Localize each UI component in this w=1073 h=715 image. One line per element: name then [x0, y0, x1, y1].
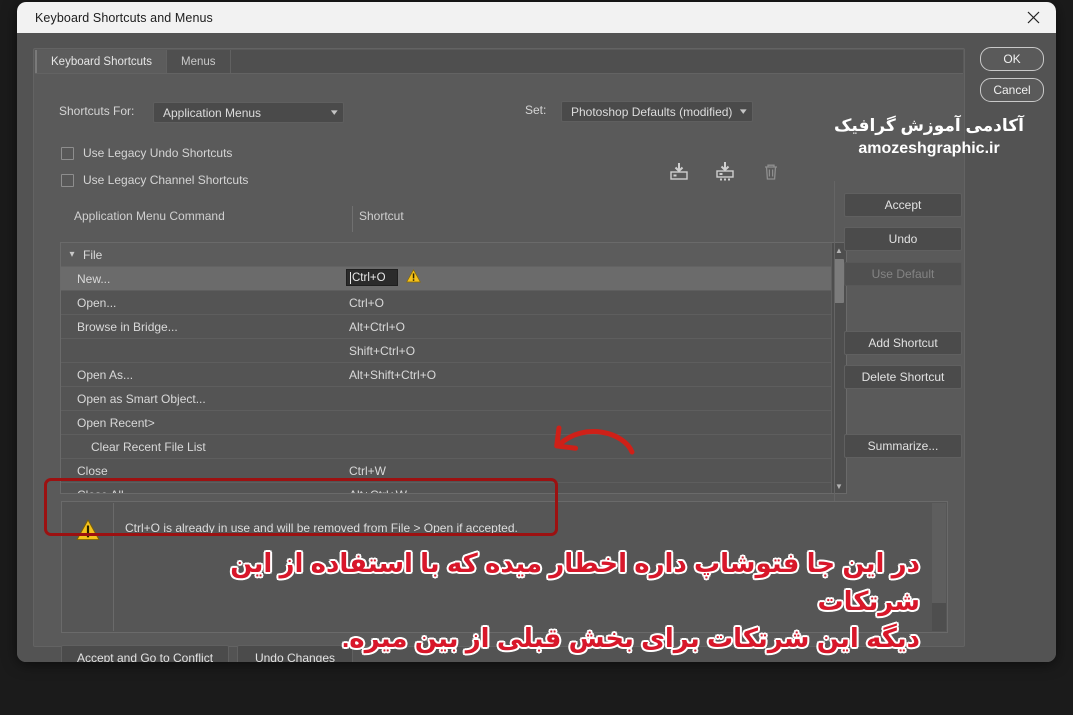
legacy-undo-checkbox[interactable]: Use Legacy Undo Shortcuts: [61, 146, 232, 160]
keyboard-shortcuts-dialog: Keyboard Shortcuts and Menus Keyboard Sh…: [17, 2, 1056, 662]
row-command: Close All: [61, 488, 311, 494]
set-label: Set:: [525, 103, 547, 117]
table-row[interactable]: Open As... Alt+Shift+Ctrl+O: [61, 363, 846, 387]
chevron-down-icon: ▾: [740, 106, 748, 116]
shortcut-list[interactable]: ▾ File New... Ctrl+O Open... Ctrl+O Brow…: [60, 242, 847, 494]
shortcuts-for-select[interactable]: Application Menus ▾: [153, 102, 344, 123]
title-bar: Keyboard Shortcuts and Menus: [17, 2, 1056, 33]
shortcuts-for-value: Application Menus: [163, 105, 262, 120]
row-command: Open As...: [77, 367, 134, 382]
window-title: Keyboard Shortcuts and Menus: [35, 10, 213, 25]
undo-changes-button[interactable]: Undo Changes: [237, 645, 353, 662]
row-shortcut: Alt+Ctrl+W: [349, 488, 407, 494]
row-shortcut: Shift+Ctrl+O: [349, 343, 416, 358]
shortcut-input-value: Ctrl+O: [352, 271, 386, 284]
checkbox-box: [61, 146, 74, 160]
panel-divider: [834, 181, 835, 536]
table-row[interactable]: Browse in Bridge... Alt+Ctrl+O: [61, 315, 846, 339]
warning-icon: [76, 519, 100, 546]
checkbox-box: [61, 173, 74, 187]
row-command: Open as Smart Object...: [77, 391, 206, 406]
close-icon[interactable]: [1010, 2, 1056, 33]
accept-button[interactable]: Accept: [844, 193, 962, 217]
column-header-shortcut: Shortcut: [359, 209, 404, 223]
ok-button[interactable]: OK: [980, 47, 1044, 71]
warning-icon: [406, 269, 421, 286]
legacy-channel-checkbox[interactable]: Use Legacy Channel Shortcuts: [61, 173, 248, 187]
table-row[interactable]: Open as Smart Object...: [61, 387, 846, 411]
accept-and-go-to-conflict-button[interactable]: Accept and Go to Conflict: [61, 645, 229, 662]
tab-keyboard-shortcuts-label: Keyboard Shortcuts: [51, 55, 153, 68]
row-command: Clear Recent File List: [91, 439, 206, 454]
column-separator: [352, 206, 353, 232]
row-command: Open Recent>: [77, 415, 155, 430]
conflict-info-pane: Ctrl+O is already in use and will be rem…: [61, 501, 948, 633]
tab-menus[interactable]: Menus: [167, 50, 231, 73]
warning-glyph: [76, 519, 100, 541]
delete-set-icon[interactable]: [756, 159, 786, 185]
table-row[interactable]: Close Ctrl+W: [61, 459, 846, 483]
trash-glyph: [765, 164, 777, 180]
table-row[interactable]: Close All Alt+Ctrl+W: [61, 483, 846, 494]
set-value: Photoshop Defaults (modified): [571, 104, 733, 119]
cancel-button[interactable]: Cancel: [980, 78, 1044, 102]
scrollbar-thumb[interactable]: [834, 259, 844, 303]
scrollbar-thumb[interactable]: [932, 503, 946, 603]
row-shortcut: Alt+Shift+Ctrl+O: [349, 367, 437, 382]
table-row[interactable]: Open... Ctrl+O: [61, 291, 846, 315]
list-group-file[interactable]: ▾ File: [61, 243, 846, 267]
shortcuts-panel: Keyboard Shortcuts Menus Shortcuts For: …: [33, 48, 965, 662]
legacy-channel-label: Use Legacy Channel Shortcuts: [83, 173, 249, 187]
close-glyph: [1027, 11, 1039, 24]
list-group-label: File: [83, 247, 103, 262]
table-row[interactable]: New... Ctrl+O: [61, 267, 846, 291]
table-row[interactable]: Clear Recent File List: [61, 435, 846, 459]
row-command: Close: [77, 463, 108, 478]
legacy-undo-label: Use Legacy Undo Shortcuts: [83, 146, 233, 160]
text-caret: [350, 272, 351, 284]
tab-strip: Keyboard Shortcuts Menus: [35, 50, 963, 74]
row-command: New...: [77, 271, 111, 286]
table-row[interactable]: Shift+Ctrl+O: [61, 339, 846, 363]
table-row[interactable]: Open Recent>: [61, 411, 846, 435]
save-set-icon[interactable]: [664, 159, 694, 185]
chevron-down-icon: ▾: [331, 107, 339, 117]
summarize-button[interactable]: Summarize...: [844, 434, 962, 458]
tab-keyboard-shortcuts[interactable]: Keyboard Shortcuts: [35, 50, 168, 73]
dialog-body: Keyboard Shortcuts Menus Shortcuts For: …: [17, 33, 1056, 662]
chevron-down-icon: ▾: [69, 249, 75, 260]
set-tools: [664, 159, 786, 185]
save-set-as-icon[interactable]: [710, 159, 740, 185]
add-shortcut-button[interactable]: Add Shortcut: [844, 331, 962, 355]
row-command: Open...: [77, 295, 117, 310]
save-set-glyph: [670, 163, 688, 180]
warning-glyph: [406, 269, 421, 283]
column-header-command: Application Menu Command: [74, 209, 225, 223]
delete-shortcut-button[interactable]: Delete Shortcut: [844, 365, 962, 389]
row-shortcut: Ctrl+O: [349, 295, 385, 310]
shortcut-input[interactable]: Ctrl+O: [346, 269, 398, 286]
row-command: Browse in Bridge...: [77, 319, 178, 334]
tab-menus-label: Menus: [181, 55, 216, 68]
use-default-button: Use Default: [844, 262, 962, 286]
save-set-as-glyph: [716, 162, 734, 181]
desktop-background: Keyboard Shortcuts and Menus Keyboard Sh…: [0, 0, 1073, 715]
info-scrollbar[interactable]: [932, 503, 946, 631]
shortcuts-for-label: Shortcuts For:: [59, 104, 135, 118]
conflict-message: Ctrl+O is already in use and will be rem…: [125, 521, 518, 535]
info-separator: [113, 503, 114, 631]
set-select[interactable]: Photoshop Defaults (modified) ▾: [561, 101, 753, 122]
undo-button[interactable]: Undo: [844, 227, 962, 251]
row-shortcut: Alt+Ctrl+O: [349, 319, 406, 334]
row-shortcut: Ctrl+W: [349, 463, 386, 478]
